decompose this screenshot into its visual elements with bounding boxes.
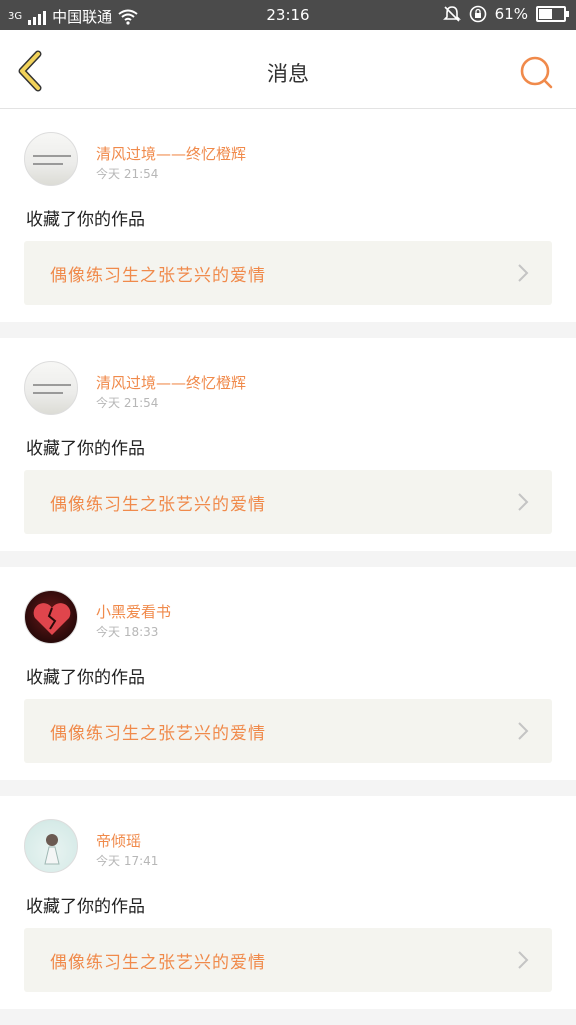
action-text: 收藏了你的作品 <box>26 210 145 230</box>
chevron-right-icon <box>518 722 529 740</box>
mute-icon <box>442 6 461 22</box>
work-link[interactable]: 偶像练习生之张艺兴的爱情 <box>24 241 552 305</box>
battery-percent: 61% <box>494 5 528 23</box>
username[interactable]: 清风过境——终忆橙辉 <box>96 372 246 393</box>
username[interactable]: 清风过境——终忆橙辉 <box>96 143 246 164</box>
work-link[interactable]: 偶像练习生之张艺兴的爱情 <box>24 699 552 763</box>
avatar[interactable] <box>24 590 78 644</box>
avatar[interactable] <box>24 132 78 186</box>
broken-heart-icon <box>33 603 71 635</box>
notification-list: 清风过境——终忆橙辉 今天 21:54 收藏了你的作品 偶像练习生之张艺兴的爱情… <box>0 109 576 1025</box>
notification-card: 小黑爱看书 今天 18:33 收藏了你的作品 偶像练习生之张艺兴的爱情 <box>0 567 576 780</box>
chevron-right-icon <box>518 951 529 969</box>
avatar[interactable] <box>24 361 78 415</box>
work-title: 偶像练习生之张艺兴的爱情 <box>50 724 266 744</box>
action-text: 收藏了你的作品 <box>26 668 145 688</box>
timestamp: 今天 17:41 <box>96 854 159 868</box>
work-title: 偶像练习生之张艺兴的爱情 <box>50 953 266 973</box>
girl-figure-icon <box>44 834 60 865</box>
work-link[interactable]: 偶像练习生之张艺兴的爱情 <box>24 928 552 992</box>
notification-card: 帝倾瑶 今天 17:41 收藏了你的作品 偶像练习生之张艺兴的爱情 <box>0 796 576 1009</box>
chevron-right-icon <box>518 264 529 282</box>
username[interactable]: 帝倾瑶 <box>96 830 141 851</box>
action-text: 收藏了你的作品 <box>26 897 145 917</box>
avatar[interactable] <box>24 819 78 873</box>
action-text: 收藏了你的作品 <box>26 439 145 459</box>
rotation-lock-icon <box>469 5 486 23</box>
timestamp: 今天 21:54 <box>96 396 159 410</box>
battery-icon <box>536 6 569 22</box>
page-title: 消息 <box>267 62 309 86</box>
nav-bar: 消息 <box>0 30 576 109</box>
search-icon[interactable] <box>518 54 556 92</box>
timestamp: 今天 21:54 <box>96 167 159 181</box>
username[interactable]: 小黑爱看书 <box>96 601 171 622</box>
notification-card: 清风过境——终忆橙辉 今天 21:54 收藏了你的作品 偶像练习生之张艺兴的爱情 <box>0 338 576 551</box>
status-bar: 3G 中国联通 23:16 61% <box>0 0 576 30</box>
work-title: 偶像练习生之张艺兴的爱情 <box>50 495 266 515</box>
status-right: 61% <box>442 5 569 23</box>
notification-card: 清风过境——终忆橙辉 今天 21:54 收藏了你的作品 偶像练习生之张艺兴的爱情 <box>0 109 576 322</box>
timestamp: 今天 18:33 <box>96 625 159 639</box>
chevron-right-icon <box>518 493 529 511</box>
work-link[interactable]: 偶像练习生之张艺兴的爱情 <box>24 470 552 534</box>
work-title: 偶像练习生之张艺兴的爱情 <box>50 266 266 286</box>
